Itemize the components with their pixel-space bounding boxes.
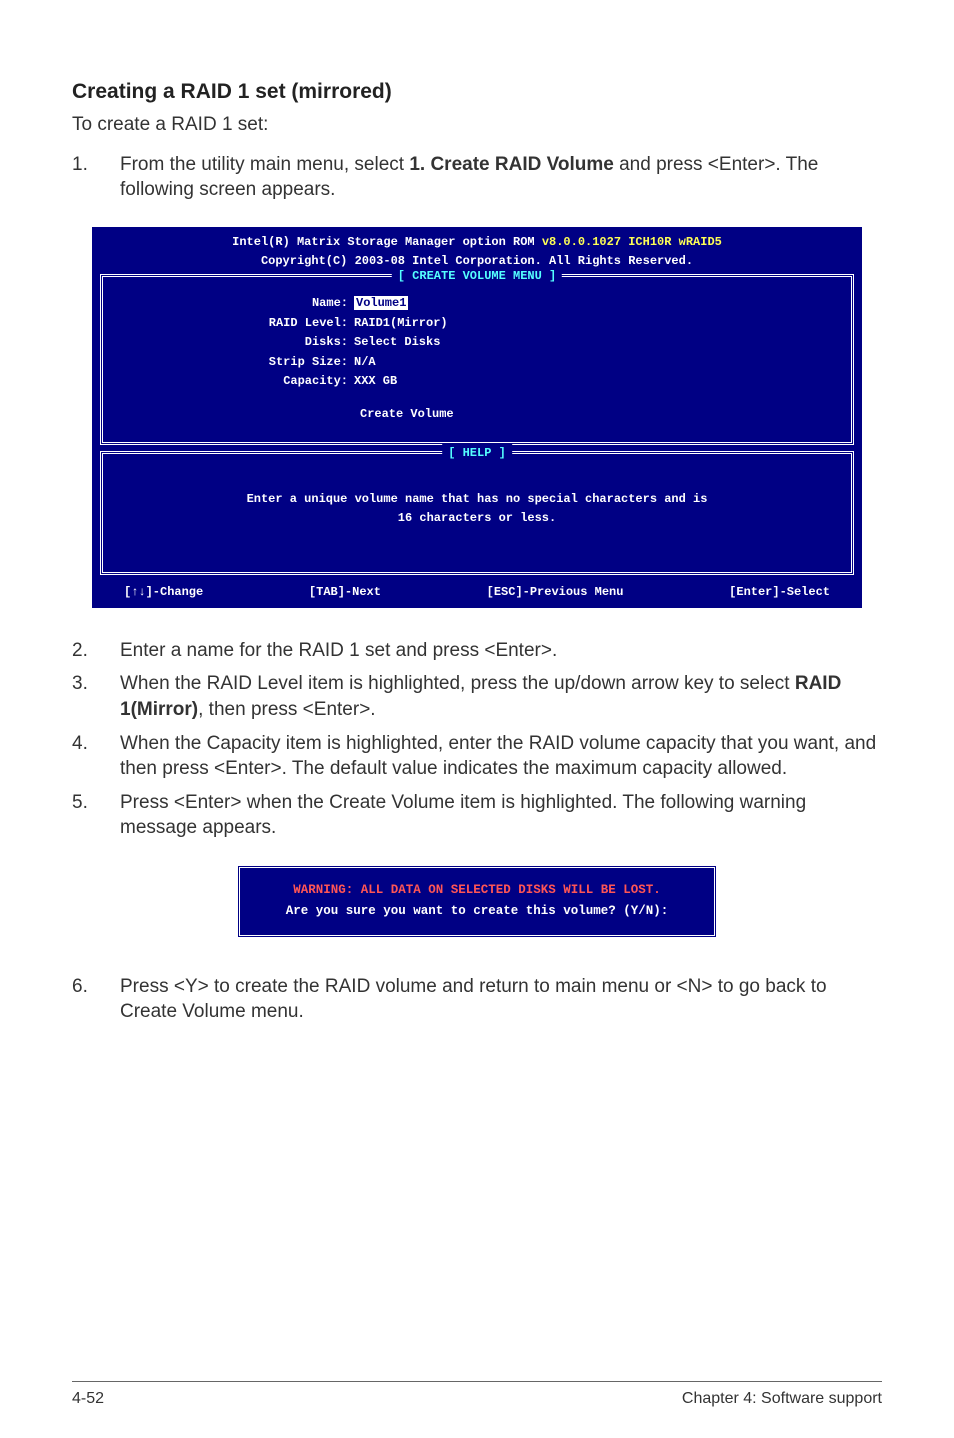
step-number: 3.: [72, 671, 120, 722]
create-volume-frame: [ CREATE VOLUME MENU ] Name: Volume1 RAI…: [100, 274, 854, 445]
step-number: 1.: [72, 152, 120, 203]
step-bold: 1. Create RAID Volume: [409, 154, 613, 175]
name-value[interactable]: Volume1: [354, 296, 408, 310]
footer-divider: [72, 1381, 882, 1382]
step-6: 6. Press <Y> to create the RAID volume a…: [72, 974, 882, 1025]
bios-footer: [↑↓]-Change [TAB]-Next [ESC]-Previous Me…: [100, 581, 854, 606]
steps-list-a: 1. From the utility main menu, select 1.…: [72, 152, 882, 203]
bios-title-1b: v8.0.0.1027 ICH10R wRAID5: [542, 235, 722, 249]
bios-header: Intel(R) Matrix Storage Manager option R…: [100, 233, 854, 270]
step-pre: When the RAID Level item is highlighted,…: [120, 673, 795, 694]
step-text: Enter a name for the RAID 1 set and pres…: [120, 638, 882, 664]
help-line-1: Enter a unique volume name that has no s…: [119, 490, 835, 509]
cap-value[interactable]: XXX GB: [354, 372, 835, 391]
step-post: , then press <Enter>.: [198, 699, 375, 720]
create-volume-action[interactable]: Create Volume: [360, 405, 835, 424]
help-frame: [ HELP ] Enter a unique volume name that…: [100, 451, 854, 575]
steps-list-b: 2. Enter a name for the RAID 1 set and p…: [72, 638, 882, 841]
raid-label: RAID Level:: [119, 314, 354, 333]
disks-value[interactable]: Select Disks: [354, 333, 835, 352]
step-number: 5.: [72, 790, 120, 841]
step-pre: From the utility main menu, select: [120, 154, 409, 175]
footer-change: [↑↓]-Change: [124, 583, 203, 602]
footer-esc: [ESC]-Previous Menu: [487, 583, 624, 602]
step-3: 3. When the RAID Level item is highlight…: [72, 671, 882, 722]
step-5: 5. Press <Enter> when the Create Volume …: [72, 790, 882, 841]
chapter-label: Chapter 4: Software support: [682, 1390, 882, 1408]
step-text: From the utility main menu, select 1. Cr…: [120, 152, 882, 203]
bios-title-1a: Intel(R) Matrix Storage Manager option R…: [232, 235, 542, 249]
step-4: 4. When the Capacity item is highlighted…: [72, 731, 882, 782]
intro-text: To create a RAID 1 set:: [72, 112, 882, 138]
warning-text: WARNING: ALL DATA ON SELECTED DISKS WILL…: [250, 880, 704, 901]
step-text: Press <Y> to create the RAID volume and …: [120, 974, 882, 1025]
page-footer: 4-52 Chapter 4: Software support: [72, 1390, 882, 1408]
steps-list-c: 6. Press <Y> to create the RAID volume a…: [72, 974, 882, 1025]
bios-screen: Intel(R) Matrix Storage Manager option R…: [92, 227, 862, 608]
step-text: When the Capacity item is highlighted, e…: [120, 731, 882, 782]
create-menu-title: [ CREATE VOLUME MENU ]: [392, 267, 562, 286]
warning-dialog: WARNING: ALL DATA ON SELECTED DISKS WILL…: [237, 865, 717, 938]
help-line-2: 16 characters or less.: [119, 509, 835, 528]
confirm-text[interactable]: Are you sure you want to create this vol…: [250, 901, 704, 922]
step-number: 2.: [72, 638, 120, 664]
step-number: 6.: [72, 974, 120, 1025]
step-2: 2. Enter a name for the RAID 1 set and p…: [72, 638, 882, 664]
cap-label: Capacity:: [119, 372, 354, 391]
step-text: Press <Enter> when the Create Volume ite…: [120, 790, 882, 841]
section-heading: Creating a RAID 1 set (mirrored): [72, 80, 882, 104]
disks-label: Disks:: [119, 333, 354, 352]
raid-value[interactable]: RAID1(Mirror): [354, 314, 835, 333]
page-number: 4-52: [72, 1390, 104, 1408]
strip-label: Strip Size:: [119, 353, 354, 372]
name-label: Name:: [119, 294, 354, 313]
step-1: 1. From the utility main menu, select 1.…: [72, 152, 882, 203]
help-title: [ HELP ]: [442, 444, 512, 463]
strip-value: N/A: [354, 353, 835, 372]
step-number: 4.: [72, 731, 120, 782]
footer-enter: [Enter]-Select: [729, 583, 830, 602]
footer-tab: [TAB]-Next: [309, 583, 381, 602]
step-text: When the RAID Level item is highlighted,…: [120, 671, 882, 722]
